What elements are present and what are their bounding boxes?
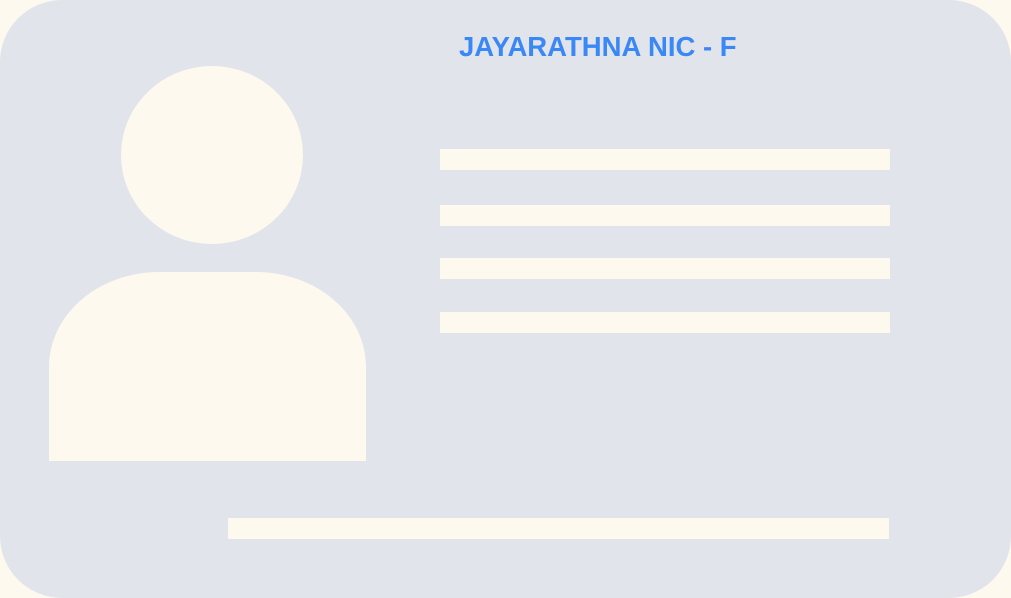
card-title: JAYARATHNA NIC - F [459, 31, 737, 62]
text-placeholder-line [440, 312, 890, 333]
text-placeholder-line [440, 149, 890, 170]
text-placeholder-line [440, 258, 890, 279]
id-card: JAYARATHNA NIC - F [0, 0, 1011, 598]
text-placeholder-line [440, 205, 890, 226]
avatar-head [121, 66, 303, 244]
avatar-body [49, 272, 366, 461]
signature-placeholder-line [228, 518, 889, 539]
